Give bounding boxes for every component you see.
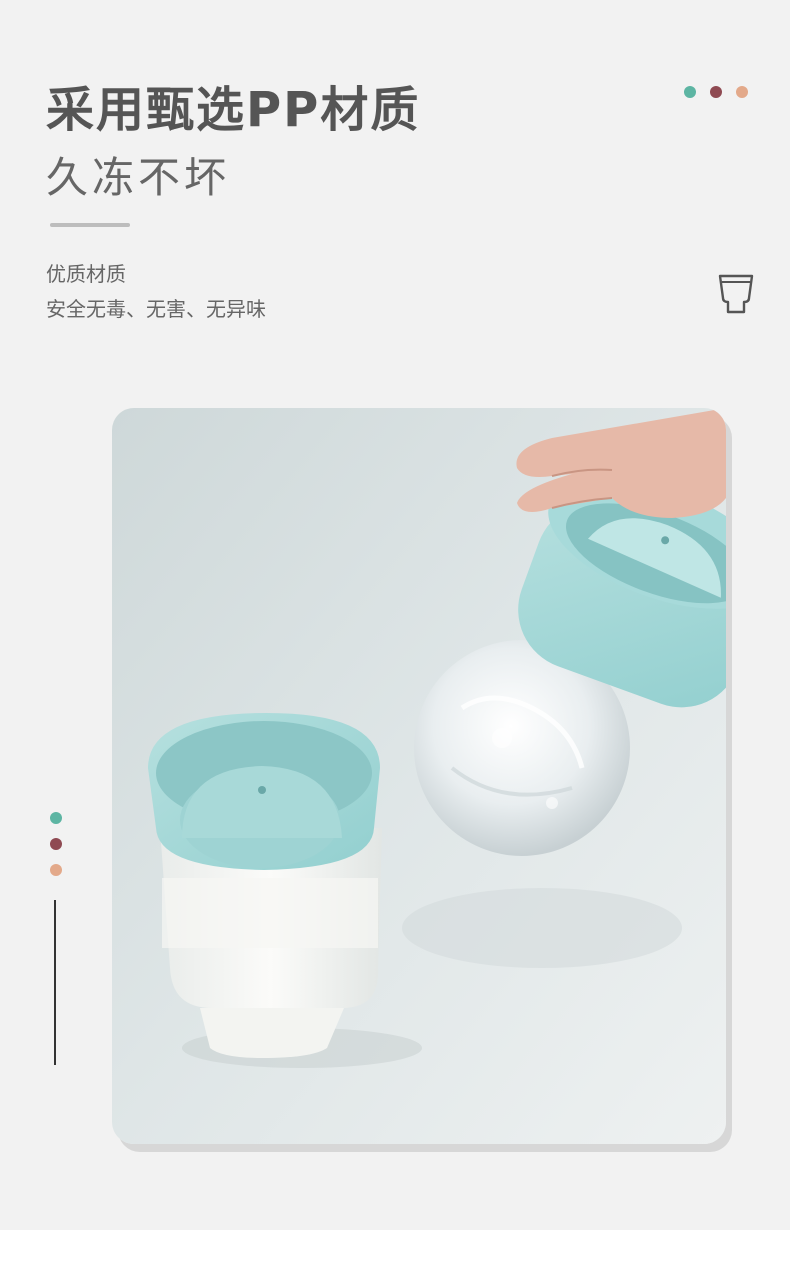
page-subtitle: 久冻不坏 [46,153,231,202]
side-dot-maroon [50,838,62,850]
feature-title: 优质材质 [46,262,126,286]
decor-dot-teal [684,86,696,98]
product-photo [112,408,726,1144]
page-title: 采用甄选PP材质 [46,82,421,138]
side-dot-peach [50,864,62,876]
decor-dot-maroon [710,86,722,98]
side-dot-teal [50,812,62,824]
decor-dot-peach [736,86,748,98]
feature-description: 安全无毒、无害、无异味 [46,297,266,321]
side-divider-line [54,900,56,1065]
cup-icon [718,274,754,314]
title-underline [50,223,130,227]
